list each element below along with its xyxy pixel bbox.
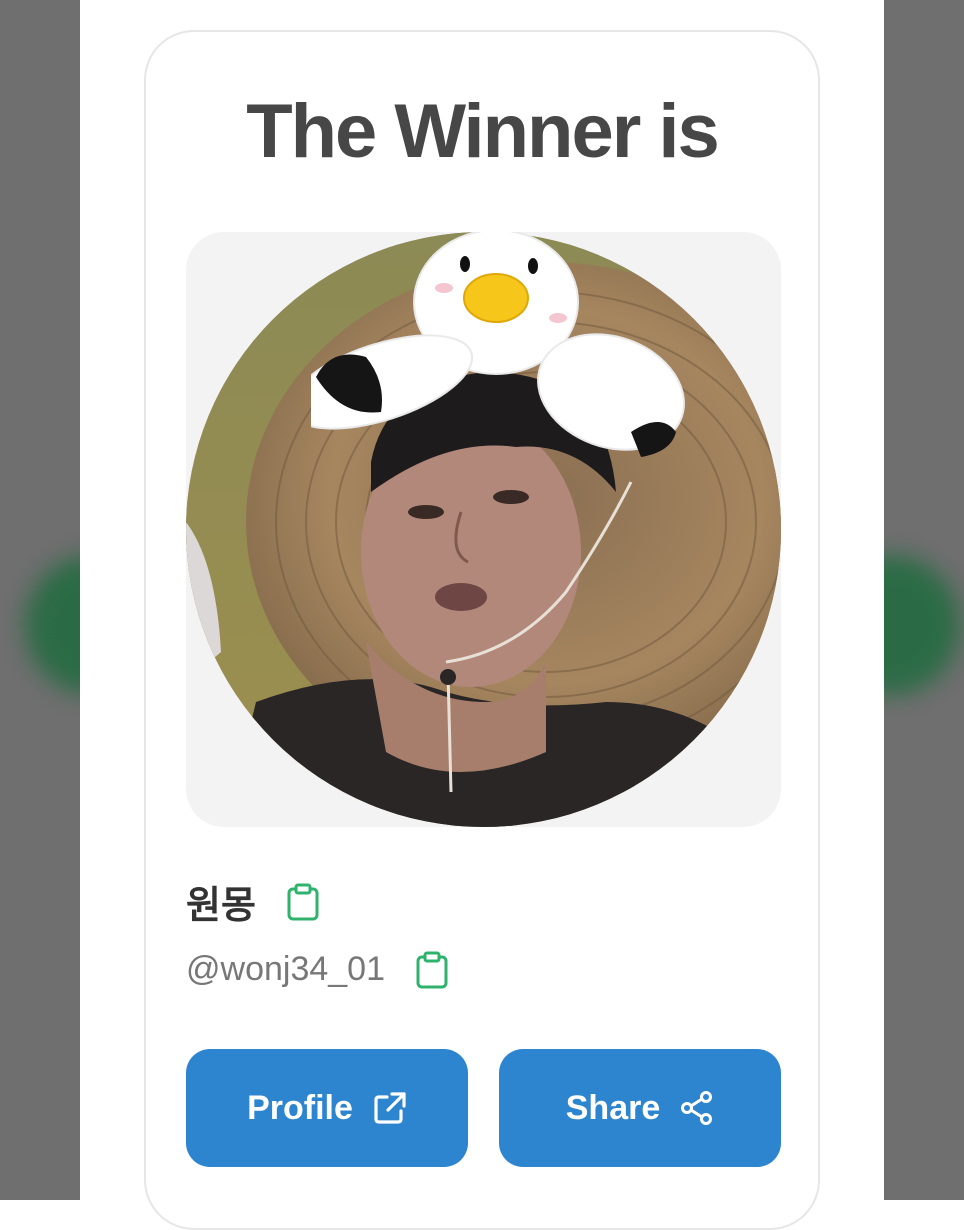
external-link-icon xyxy=(374,1092,406,1124)
card-title: The Winner is xyxy=(246,89,720,174)
winner-photo-frame xyxy=(186,232,781,827)
clipboard-icon[interactable] xyxy=(286,883,320,921)
profile-button-label: Profile xyxy=(247,1088,353,1127)
clipboard-icon[interactable] xyxy=(415,951,449,989)
share-button[interactable]: Share xyxy=(499,1049,781,1167)
winner-handle: @wonj34_01 xyxy=(186,950,385,988)
share-button-label: Share xyxy=(565,1088,661,1127)
modal-sheet: The Winner is 원몽 @wonj34_01 Profile Shar… xyxy=(80,0,884,1230)
winner-name: 원몽 xyxy=(186,885,256,927)
share-icon xyxy=(681,1091,713,1125)
profile-button[interactable]: Profile xyxy=(186,1049,468,1167)
duck-headband-icon xyxy=(311,232,685,457)
winner-card: The Winner is 원몽 @wonj34_01 Profile Shar… xyxy=(144,30,820,1230)
winner-handle-row: @wonj34_01 xyxy=(186,950,449,989)
winner-name-row: 원몽 xyxy=(186,874,320,929)
